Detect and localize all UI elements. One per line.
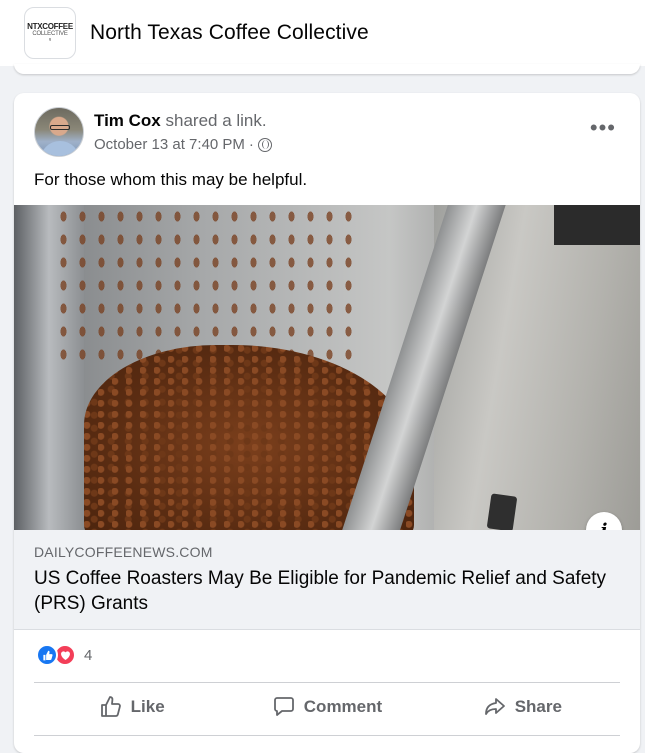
group-logo-text: NTXCOFFEE — [27, 21, 73, 31]
cup-icon: ᵘ — [48, 37, 52, 44]
like-reaction-icon — [36, 644, 58, 666]
bottom-divider — [34, 735, 620, 736]
timestamp-separator: · — [248, 136, 254, 153]
avatar-glasses — [50, 125, 70, 130]
author-name[interactable]: Tim Cox — [94, 111, 161, 130]
share-button[interactable]: Share — [425, 687, 620, 727]
thumbs-up-icon — [100, 696, 121, 717]
group-header: NTXCOFFEE COLLECTIVE ᵘ North Texas Coffe… — [0, 0, 645, 66]
image-falling-beans — [54, 205, 354, 365]
comment-label: Comment — [303, 697, 383, 716]
share-label: Share — [514, 697, 562, 716]
post-actions: Like Comment Share — [34, 687, 620, 727]
reaction-count: 4 — [84, 646, 93, 664]
post-timestamp[interactable]: October 13 at 7:40 PM — [94, 136, 245, 153]
reactions-summary[interactable]: 4 — [36, 644, 92, 666]
post-card: Tim Cox shared a link. October 13 at 7:4… — [14, 93, 640, 753]
author-action: shared a link. — [165, 111, 267, 130]
link-preview-image[interactable] — [14, 205, 640, 530]
avatar-shirt — [40, 141, 80, 156]
group-name[interactable]: North Texas Coffee Collective — [90, 21, 369, 45]
previous-post-card-edge — [14, 64, 640, 74]
post-text: For those whom this may be helpful. — [34, 170, 308, 189]
group-logo-subtext: COLLECTIVE — [32, 30, 68, 37]
link-title: US Coffee Roasters May Be Eligible for P… — [34, 568, 607, 614]
more-options-button[interactable]: ••• — [590, 117, 616, 139]
comment-bubble-icon — [273, 697, 294, 716]
comment-button[interactable]: Comment — [229, 687, 424, 727]
actions-divider — [34, 682, 620, 683]
post-meta: Tim Cox shared a link. October 13 at 7:4… — [94, 110, 272, 157]
author-line: Tim Cox shared a link. — [94, 110, 272, 132]
image-handle — [486, 493, 518, 530]
globe-icon[interactable] — [257, 137, 272, 152]
link-domain: DAILYCOFFEENEWS.COM — [34, 544, 213, 560]
group-logo[interactable]: NTXCOFFEE COLLECTIVE ᵘ — [24, 7, 76, 59]
time-line: October 13 at 7:40 PM · — [94, 136, 272, 153]
author-avatar[interactable] — [34, 107, 84, 157]
link-preview-text[interactable]: DAILYCOFFEENEWS.COM US Coffee Roasters M… — [14, 530, 640, 630]
share-arrow-icon — [484, 698, 505, 715]
post-header: Tim Cox shared a link. October 13 at 7:4… — [34, 107, 272, 157]
like-label: Like — [130, 697, 165, 716]
image-top-dark — [554, 205, 640, 245]
like-button[interactable]: Like — [34, 687, 229, 727]
